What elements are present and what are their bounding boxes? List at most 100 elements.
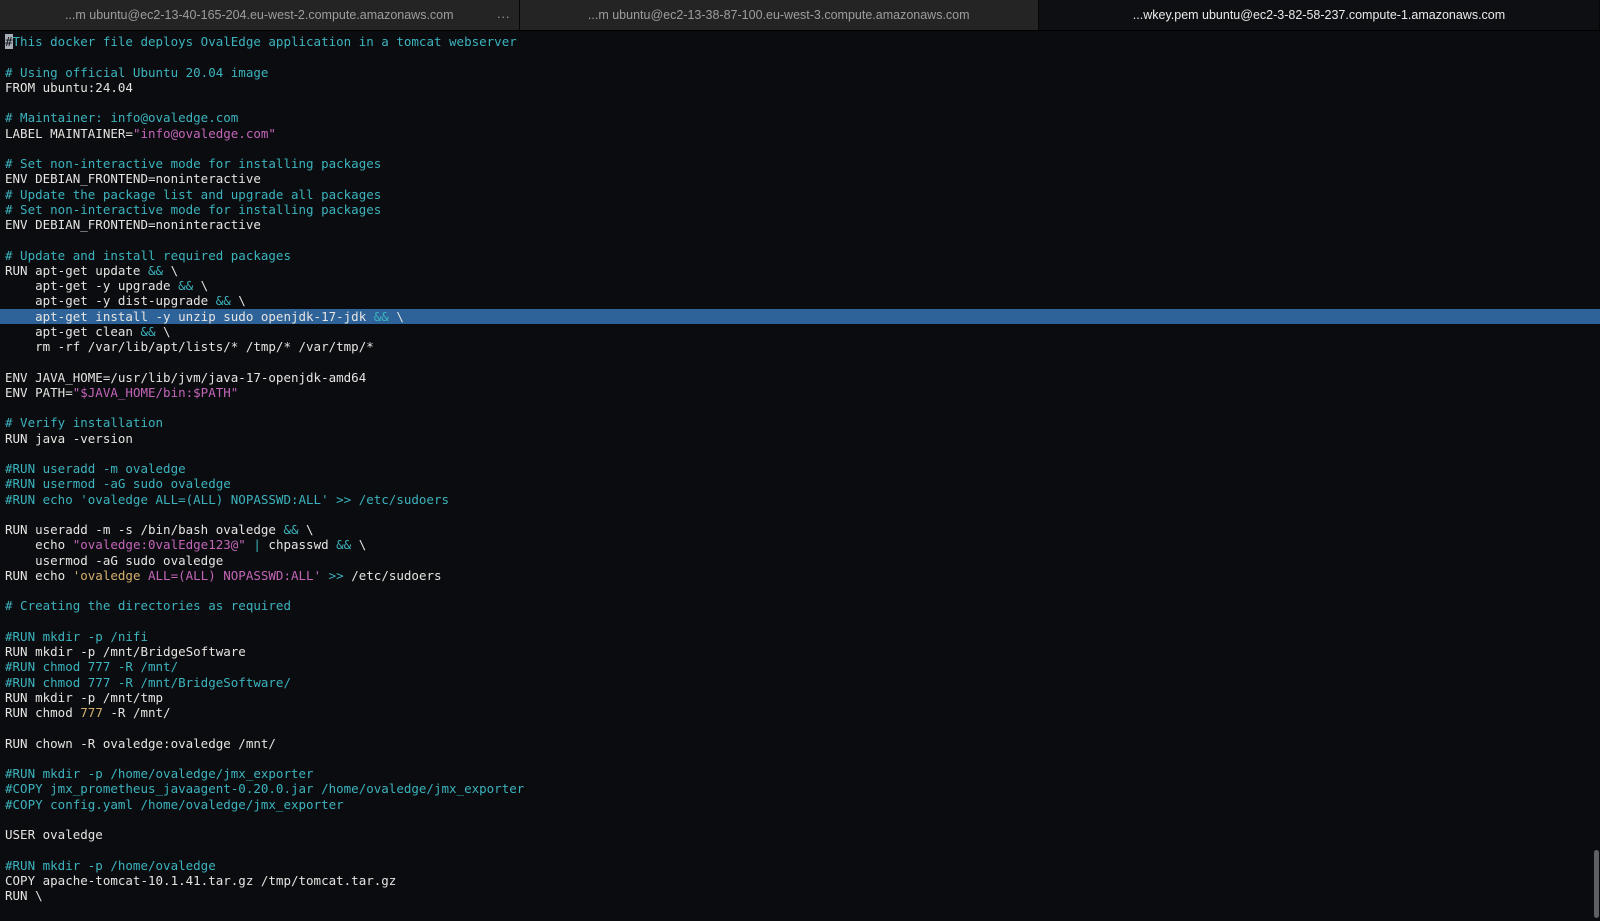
terminal-line: RUN echo 'ovaledge ALL=(ALL) NOPASSWD:AL…	[5, 568, 1600, 583]
code-token: # Set non-interactive mode for installin…	[5, 202, 381, 217]
code-token: LABEL MAINTAINER=	[5, 126, 133, 141]
code-token: RUN chmod	[5, 705, 80, 720]
terminal-tab-2[interactable]: ...m ubuntu@ec2-13-38-87-100.eu-west-3.c…	[520, 0, 1040, 30]
terminal-line: ENV DEBIAN_FRONTEND=noninteractive	[5, 217, 1600, 232]
terminal-line	[5, 720, 1600, 735]
terminal-line: #RUN chmod 777 -R /mnt/BridgeSoftware/	[5, 675, 1600, 690]
terminal-line	[5, 507, 1600, 522]
terminal-line: rm -rf /var/lib/apt/lists/* /tmp/* /var/…	[5, 339, 1600, 354]
terminal-tab-3-active[interactable]: ...wkey.pem ubuntu@ec2-3-82-58-237.compu…	[1039, 0, 1600, 30]
code-token: \	[193, 278, 208, 293]
code-token: \	[231, 293, 246, 308]
code-token: RUN chown -R ovaledge:ovaledge /mnt/	[5, 736, 276, 751]
code-token: rm -rf /var/lib/apt/lists/* /tmp/* /var/…	[5, 339, 374, 354]
code-token: ENV JAVA_HOME=/usr/lib/jvm/java-17-openj…	[5, 370, 366, 385]
terminal-content[interactable]: #This docker file deploys OvalEdge appli…	[0, 31, 1600, 921]
code-token: ENV DEBIAN_FRONTEND=noninteractive	[5, 171, 261, 186]
terminal-line: RUN apt-get update && \	[5, 263, 1600, 278]
terminal-line: # Update and install required packages	[5, 248, 1600, 263]
highlighted-line: apt-get install -y unzip sudo openjdk-17…	[0, 309, 1600, 324]
terminal-line: # Using official Ubuntu 20.04 image	[5, 65, 1600, 80]
terminal-line: # Maintainer: info@ovaledge.com	[5, 110, 1600, 125]
tab-title: ...wkey.pem ubuntu@ec2-3-82-58-237.compu…	[1111, 8, 1527, 22]
code-token: #COPY jmx_prometheus_javaagent-0.20.0.ja…	[5, 781, 524, 796]
terminal-line: LABEL MAINTAINER="info@ovaledge.com"	[5, 126, 1600, 141]
code-token: This docker file deploys OvalEdge applic…	[13, 34, 517, 49]
scrollbar-thumb[interactable]	[1594, 850, 1599, 918]
terminal-line: # Verify installation	[5, 415, 1600, 430]
scrollbar-track[interactable]	[1592, 31, 1600, 921]
terminal-line: RUN useradd -m -s /bin/bash ovaledge && …	[5, 522, 1600, 537]
terminal-line: usermod -aG sudo ovaledge	[5, 553, 1600, 568]
code-token: #RUN chmod 777 -R /mnt/	[5, 659, 178, 674]
terminal-line: FROM ubuntu:24.04	[5, 80, 1600, 95]
tab-overflow-ellipsis[interactable]: ...	[497, 7, 510, 21]
terminal-tab-1[interactable]: ...m ubuntu@ec2-13-40-165-204.eu-west-2.…	[0, 0, 520, 30]
code-token: # Creating the directories as required	[5, 598, 291, 613]
code-token: # Set non-interactive mode for installin…	[5, 156, 381, 171]
code-token: "info@ovaledge.com"	[133, 126, 276, 141]
code-token: # Maintainer: info@ovaledge.com	[5, 110, 238, 125]
code-token: \	[389, 309, 404, 324]
code-token: RUN echo	[5, 568, 73, 583]
terminal-line: USER ovaledge	[5, 827, 1600, 842]
terminal-line: apt-get clean && \	[5, 324, 1600, 339]
code-token: #COPY config.yaml /home/ovaledge/jmx_exp…	[5, 797, 344, 812]
code-token: &&	[216, 293, 231, 308]
terminal-line	[5, 141, 1600, 156]
terminal-line	[5, 49, 1600, 64]
terminal-line: #This docker file deploys OvalEdge appli…	[5, 34, 1600, 49]
code-token: FROM ubuntu:24.04	[5, 80, 133, 95]
terminal-line: #RUN mkdir -p /nifi	[5, 629, 1600, 644]
code-token: chpasswd	[261, 537, 336, 552]
code-token: #RUN mkdir -p /home/ovaledge/jmx_exporte…	[5, 766, 314, 781]
terminal-line: #RUN useradd -m ovaledge	[5, 461, 1600, 476]
terminal-line: # Update the package list and upgrade al…	[5, 187, 1600, 202]
code-token: 'ovaledge	[73, 568, 148, 583]
code-token: apt-get -y dist-upgrade	[5, 293, 216, 308]
code-token: |	[253, 537, 261, 552]
terminal-cursor: #	[5, 34, 13, 49]
terminal-line: RUN mkdir -p /mnt/BridgeSoftware	[5, 644, 1600, 659]
terminal-line	[5, 812, 1600, 827]
terminal-line: RUN chown -R ovaledge:ovaledge /mnt/	[5, 736, 1600, 751]
terminal-line: echo "ovaledge:0valEdge123@" | chpasswd …	[5, 537, 1600, 552]
terminal-line	[5, 400, 1600, 415]
terminal-line: #RUN mkdir -p /home/ovaledge	[5, 858, 1600, 873]
code-token: RUN mkdir -p /mnt/BridgeSoftware	[5, 644, 246, 659]
tab-title: ...m ubuntu@ec2-13-38-87-100.eu-west-3.c…	[566, 8, 992, 22]
terminal-window: { "tab_bar": { "tabs": [ {"title": "...m…	[0, 0, 1600, 921]
terminal-line	[5, 751, 1600, 766]
terminal-line: #RUN chmod 777 -R /mnt/	[5, 659, 1600, 674]
code-token: ALL=(ALL) NOPASSWD:ALL'	[148, 568, 321, 583]
terminal-tab-bar: ...m ubuntu@ec2-13-40-165-204.eu-west-2.…	[0, 0, 1600, 31]
terminal-line: # Creating the directories as required	[5, 598, 1600, 613]
code-token: \	[351, 537, 366, 552]
terminal-line	[5, 232, 1600, 247]
code-token: "ovaledge:0valEdge123@"	[73, 537, 246, 552]
code-token: #RUN mkdir -p /nifi	[5, 629, 148, 644]
code-token: # Using official Ubuntu 20.04 image	[5, 65, 268, 80]
terminal-line: apt-get -y dist-upgrade && \	[5, 293, 1600, 308]
terminal-line: RUN java -version	[5, 431, 1600, 446]
code-token: RUN apt-get update	[5, 263, 148, 278]
code-token: USER ovaledge	[5, 827, 103, 842]
code-token: \	[299, 522, 314, 537]
terminal-line: RUN mkdir -p /mnt/tmp	[5, 690, 1600, 705]
terminal-line	[5, 95, 1600, 110]
terminal-line	[5, 614, 1600, 629]
terminal-line	[5, 446, 1600, 461]
code-token: RUN java -version	[5, 431, 133, 446]
code-token: #RUN chmod 777 -R /mnt/BridgeSoftware/	[5, 675, 291, 690]
code-token: \	[163, 263, 178, 278]
code-token: #RUN useradd -m ovaledge	[5, 461, 186, 476]
code-token: RUN mkdir -p /mnt/tmp	[5, 690, 163, 705]
code-token: #RUN usermod -aG sudo ovaledge	[5, 476, 231, 491]
terminal-line	[5, 583, 1600, 598]
code-token: RUN useradd -m -s /bin/bash ovaledge	[5, 522, 283, 537]
terminal-line: RUN chmod 777 -R /mnt/	[5, 705, 1600, 720]
code-token: -R /mnt/	[103, 705, 171, 720]
code-token: COPY apache-tomcat-10.1.41.tar.gz /tmp/t…	[5, 873, 396, 888]
code-token: #RUN echo 'ovaledge ALL=(ALL) NOPASSWD:A…	[5, 492, 449, 507]
code-token: apt-get -y upgrade	[5, 278, 178, 293]
